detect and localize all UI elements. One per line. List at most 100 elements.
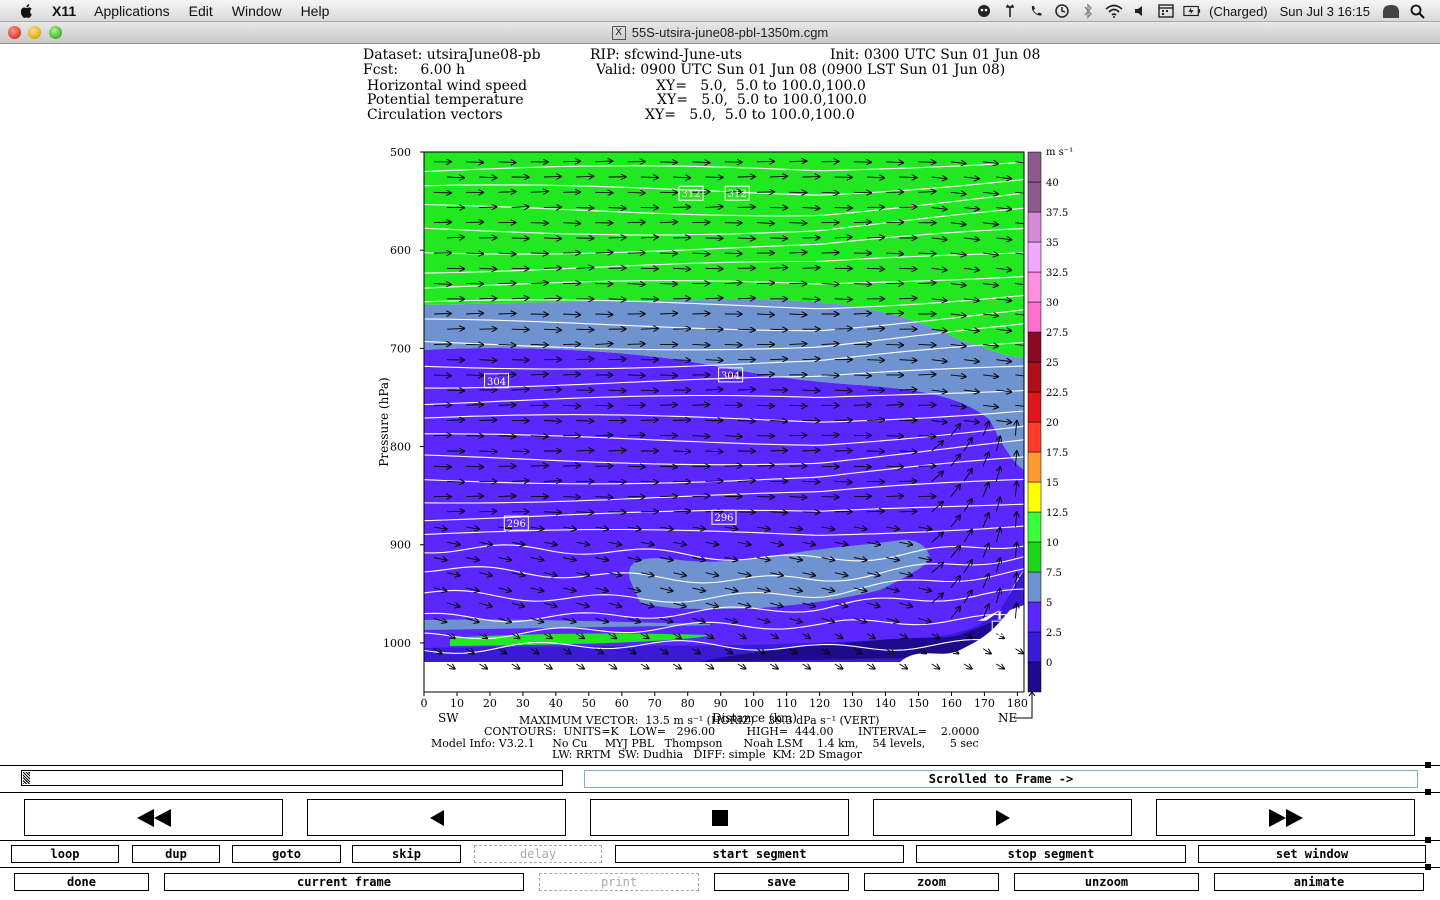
- user-icon[interactable]: [1382, 3, 1400, 19]
- circulation-vector: [595, 192, 612, 193]
- circulation-vector: [511, 360, 529, 361]
- colorbar-swatch: [1027, 361, 1042, 393]
- circulation-vector: [899, 511, 916, 512]
- colorbar-swatch: [1027, 151, 1042, 183]
- rewind-button[interactable]: [24, 799, 283, 836]
- time-machine-icon[interactable]: [1053, 3, 1071, 19]
- contour-label: 296: [714, 513, 733, 524]
- calendar-icon[interactable]: [1157, 3, 1175, 19]
- animate-button[interactable]: animate: [1214, 873, 1424, 891]
- antenna-icon[interactable]: [1001, 3, 1019, 19]
- current-frame-button[interactable]: current frame: [164, 873, 524, 891]
- circulation-vector: [756, 192, 774, 193]
- circulation-vector: [595, 314, 612, 315]
- menu-help[interactable]: Help: [301, 3, 330, 19]
- window-titlebar[interactable]: X 55S-utsira-june08-pbl-1350m.cgm: [0, 22, 1440, 44]
- step-back-button[interactable]: [307, 799, 566, 836]
- circulation-vector: [853, 192, 871, 193]
- circulation-vector: [659, 496, 677, 497]
- circulation-vector: [498, 314, 516, 315]
- circulation-vector: [498, 283, 516, 284]
- battery-icon[interactable]: [1183, 3, 1201, 19]
- fast-forward-button[interactable]: [1156, 799, 1415, 836]
- x-tick-label: 40: [549, 697, 563, 710]
- stop-icon: [711, 809, 728, 826]
- circulation-vector: [530, 344, 548, 345]
- colorbar-label: 30: [1046, 298, 1059, 309]
- circulation-vector: [608, 481, 626, 482]
- x-tick-label: 170: [974, 697, 995, 710]
- dup-button[interactable]: dup: [132, 845, 220, 863]
- circulation-vector: [789, 223, 806, 224]
- start-segment-button[interactable]: start segment: [615, 845, 904, 863]
- wifi-icon[interactable]: [1105, 3, 1123, 19]
- pane-handle[interactable]: [1425, 789, 1431, 795]
- circulation-vector: [466, 253, 483, 254]
- circulation-vector: [576, 208, 593, 209]
- circulation-vector: [563, 161, 580, 162]
- goto-button[interactable]: goto: [232, 845, 341, 863]
- header-xy-vectors: XY= 5.0, 5.0 to 100.0,100.0: [645, 107, 855, 123]
- wind-speed-shading: [424, 152, 1024, 692]
- skip-button[interactable]: skip: [352, 845, 461, 863]
- colorbar-swatch: [1027, 331, 1042, 363]
- x-tick-label: 120: [809, 697, 830, 710]
- pane-handle[interactable]: [1425, 837, 1431, 843]
- circulation-vector: [659, 162, 677, 163]
- battery-status[interactable]: (Charged): [1209, 4, 1268, 19]
- loop-button[interactable]: loop: [11, 845, 119, 863]
- fast-forward-icon: [1268, 808, 1303, 827]
- delay-button[interactable]: delay: [474, 845, 602, 863]
- apple-menu-icon[interactable]: [18, 2, 36, 20]
- menu-edit[interactable]: Edit: [189, 3, 213, 19]
- pane-handle[interactable]: [1425, 762, 1431, 768]
- save-button[interactable]: save: [714, 873, 849, 891]
- contour-label: 312: [728, 189, 747, 200]
- x-tick-label: 80: [681, 697, 695, 710]
- unzoom-button[interactable]: unzoom: [1014, 873, 1199, 891]
- stop-button[interactable]: [590, 799, 849, 836]
- menubar-clock[interactable]: Sun Jul 3 16:15: [1280, 4, 1370, 19]
- low-pressure-marker: L: [997, 609, 1005, 622]
- circulation-vector: [627, 344, 645, 345]
- header-valid: Valid: 0900 UTC Sun 01 Jun 08 (0900 LST …: [596, 62, 1006, 78]
- window-close-button[interactable]: [8, 26, 21, 39]
- header-dataset: Dataset: utsiraJune08-pb: [363, 47, 541, 63]
- colorbar-label: 35: [1046, 238, 1059, 249]
- circulation-vector: [692, 222, 709, 223]
- menu-applications[interactable]: Applications: [94, 3, 170, 19]
- zoom-button[interactable]: zoom: [864, 873, 999, 891]
- bluetooth-icon[interactable]: [1079, 3, 1097, 19]
- spotlight-search-icon[interactable]: [1408, 3, 1426, 19]
- contour-label: 29: [998, 624, 1011, 635]
- robot-icon[interactable]: [975, 3, 993, 19]
- colorbar: 0 2.5 5 7.5 10 12.5 15 17.5 20 22.5 25 27.5 30 32.5 35…: [1027, 151, 1068, 693]
- circulation-vector: [608, 237, 626, 238]
- print-button[interactable]: print: [539, 873, 699, 891]
- divider: [0, 792, 1440, 793]
- y-tick-label: 1000: [383, 637, 411, 650]
- circulation-vector: [918, 374, 936, 375]
- set-window-button[interactable]: set window: [1198, 845, 1426, 863]
- circulation-vector: [899, 390, 916, 391]
- menu-window[interactable]: Window: [232, 3, 282, 19]
- menu-app-x11[interactable]: X11: [52, 3, 76, 19]
- stop-segment-button[interactable]: stop segment: [916, 845, 1186, 863]
- colorbar-label: 17.5: [1046, 448, 1068, 459]
- circulation-vector: [802, 268, 820, 269]
- circulation-vector: [673, 207, 690, 208]
- circulation-vector: [821, 375, 839, 376]
- volume-icon[interactable]: [1131, 3, 1149, 19]
- divider: [0, 765, 1440, 766]
- done-button[interactable]: done: [14, 873, 149, 891]
- window-zoom-button[interactable]: [49, 26, 62, 39]
- frame-scrollbar[interactable]: [21, 770, 563, 786]
- step-forward-button[interactable]: [873, 799, 1132, 836]
- phone-icon[interactable]: [1027, 3, 1045, 19]
- window-minimize-button[interactable]: [28, 26, 41, 39]
- circulation-vector: [724, 466, 742, 467]
- pane-handle[interactable]: [1425, 864, 1431, 870]
- frame-scrollbar-thumb[interactable]: [23, 772, 30, 784]
- colorbar-swatch: [1027, 451, 1042, 483]
- circulation-vector: [673, 329, 690, 330]
